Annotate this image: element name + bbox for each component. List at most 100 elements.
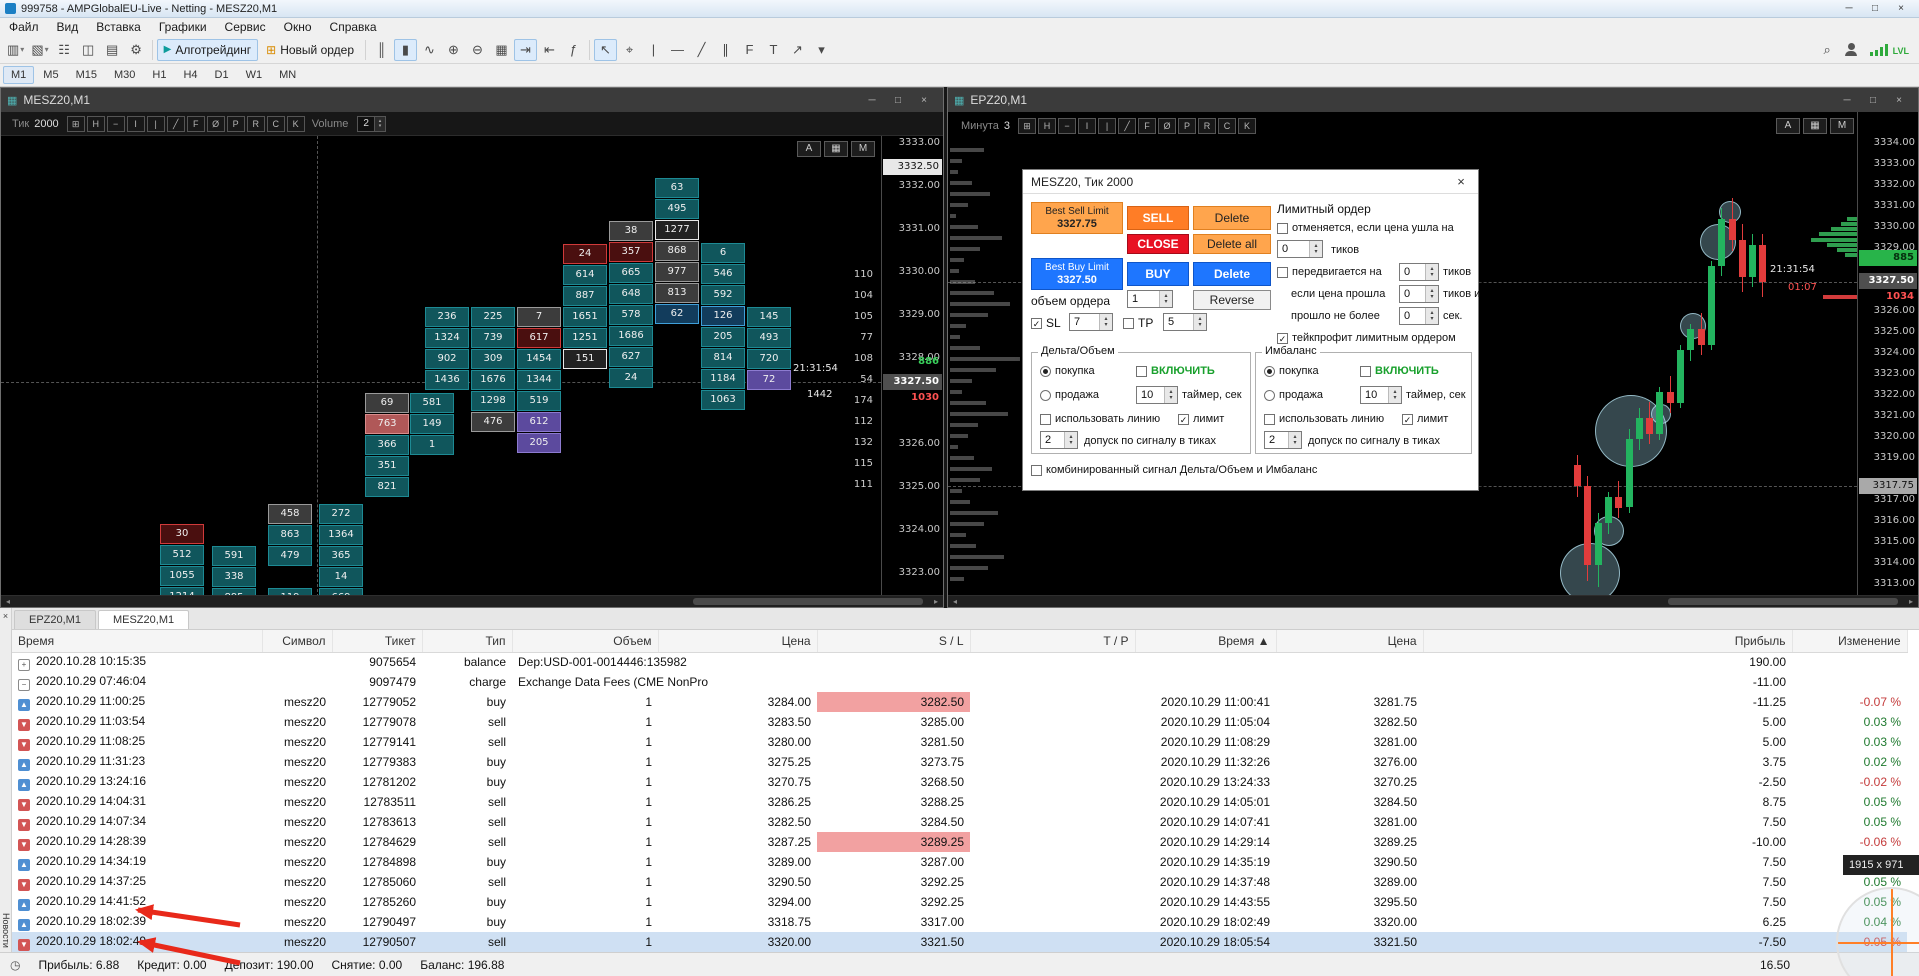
column-header-4[interactable]: Объем: [512, 630, 659, 653]
close-position-button[interactable]: CLOSE: [1127, 234, 1189, 254]
imbalance-tolerance-spinner[interactable]: 2 ▴ ▾: [1264, 431, 1302, 449]
reverse-button[interactable]: Reverse: [1193, 290, 1271, 310]
menu-item-2[interactable]: Вставка: [87, 19, 150, 35]
combined-signal-toggle[interactable]: комбинированный сигнал Дельта/Объем и Им…: [1031, 464, 1317, 476]
chart-toolbar-button-2[interactable]: −: [1058, 118, 1077, 134]
table-row[interactable]: +2020.10.28 10:15:35 9075654 balance Dep:US…: [12, 652, 1907, 672]
tp-limit-checkbox-icon[interactable]: [1277, 332, 1288, 344]
period-tab-d1[interactable]: D1: [207, 66, 237, 84]
imbalance-enable-checkbox-icon[interactable]: [1360, 365, 1371, 377]
chart-toolbar-button-4[interactable]: |: [146, 115, 165, 132]
scroll-thumb[interactable]: [693, 598, 923, 605]
menu-item-1[interactable]: Вид: [48, 19, 88, 35]
volume-stepper[interactable]: 2 ▴ ▾: [357, 115, 386, 132]
chart-close-icon[interactable]: ×: [1886, 95, 1912, 106]
menu-item-4[interactable]: Сервис: [216, 19, 275, 35]
period-tab-m15[interactable]: M15: [68, 66, 105, 84]
imbalance-timer-spinner[interactable]: 10 ▴ ▾: [1360, 386, 1402, 404]
cancel-ticks-spinner[interactable]: 0 ▴ ▾: [1277, 240, 1323, 258]
scroll-right-icon[interactable]: ▸: [929, 597, 943, 606]
profiles-icon[interactable]: ▧ ▾: [28, 39, 51, 61]
tp-checkbox-icon[interactable]: [1123, 317, 1134, 329]
sl-spinner[interactable]: 7 ▴ ▾: [1069, 313, 1113, 331]
table-row[interactable]: ▼ 2020.10.29 11:08:25 mesz20 12779141 sell 1 3…: [12, 732, 1907, 752]
auto-scroll-icon[interactable]: ⇥: [514, 38, 537, 61]
channel-icon[interactable]: ∥: [714, 39, 737, 61]
chart-toolbar-button-1[interactable]: H: [86, 115, 105, 132]
radio-icon[interactable]: [1264, 389, 1275, 401]
chart-minimize-icon[interactable]: ─: [1834, 95, 1860, 106]
delta-sell-radio[interactable]: продажа: [1040, 389, 1099, 401]
tp-limit-toggle[interactable]: тейкпрофит лимитным ордером: [1277, 332, 1456, 344]
chart-toolbar-button-11[interactable]: K: [286, 115, 305, 132]
chart-window-titlebar[interactable]: ▦ EPZ20,M1 ─ □ ×: [948, 88, 1918, 112]
strategy-tester-icon[interactable]: ⚙: [125, 39, 148, 61]
chart-toolbar-button-5[interactable]: ╱: [166, 115, 185, 132]
scroll-left-icon[interactable]: ◂: [948, 597, 962, 606]
chart-hscrollbar[interactable]: ◂ ▸: [948, 595, 1918, 607]
imbalance-buy-radio[interactable]: покупка: [1264, 365, 1319, 377]
buy-button[interactable]: BUY: [1127, 262, 1189, 286]
sell-button[interactable]: SELL: [1127, 206, 1189, 230]
new-chart-icon[interactable]: ▥ ▾: [4, 39, 27, 61]
chart-toolbar-button-10[interactable]: C: [266, 115, 285, 132]
close-icon[interactable]: ×: [1888, 3, 1914, 14]
chart-shift-icon[interactable]: ⇤: [538, 39, 561, 61]
table-row[interactable]: ▼ 2020.10.29 14:37:25 mesz20 12785060 sell 1 3…: [12, 872, 1907, 892]
delete-all-button[interactable]: Delete all: [1193, 234, 1271, 254]
table-row[interactable]: ▼ 2020.10.29 14:28:39 mesz20 12784629 sell 1 3…: [12, 832, 1907, 852]
chart-toolbar-button-2[interactable]: −: [106, 115, 125, 132]
table-row[interactable]: ▲ 2020.10.29 13:24:16 mesz20 12781202 buy 1 32…: [12, 772, 1907, 792]
radio-icon[interactable]: [1040, 389, 1051, 401]
move-toggle[interactable]: передвигается на: [1277, 266, 1382, 278]
toolbox-close-icon[interactable]: ×: [0, 611, 11, 621]
tile-windows-icon[interactable]: ▦: [490, 39, 513, 61]
sl-checkbox-icon[interactable]: [1031, 317, 1042, 329]
period-value[interactable]: 3: [1004, 120, 1010, 132]
move-checkbox-icon[interactable]: [1277, 266, 1288, 278]
period-tab-h4[interactable]: H4: [175, 66, 205, 84]
delta-limit-checkbox-icon[interactable]: [1178, 413, 1189, 425]
chart-corner-button-2[interactable]: M: [1830, 118, 1854, 134]
chart-corner-button-1[interactable]: ▦: [824, 141, 848, 157]
delta-limit-toggle[interactable]: лимит: [1178, 413, 1224, 425]
delta-line-checkbox-icon[interactable]: [1040, 413, 1051, 425]
cluster-chart-canvas[interactable]: 3051210551214591338895458863479119272136…: [1, 136, 943, 595]
account-icon[interactable]: [1840, 39, 1863, 61]
column-header-7[interactable]: T / P: [970, 630, 1136, 653]
chart-corner-button-2[interactable]: M: [851, 141, 875, 157]
order-volume-spinner[interactable]: 1 ▴ ▾: [1127, 290, 1173, 308]
radio-icon[interactable]: [1264, 365, 1275, 377]
chart-corner-button-0[interactable]: A: [797, 141, 821, 157]
delta-enable-checkbox-icon[interactable]: [1136, 365, 1147, 377]
scroll-thumb[interactable]: [1668, 598, 1898, 605]
column-header-2[interactable]: Тикет: [332, 630, 423, 653]
elapsed-spinner[interactable]: 0 ▴ ▾: [1399, 307, 1439, 325]
table-row[interactable]: ▼ 2020.10.29 18:02:49 mesz20 12790507 sell 1 3…: [12, 932, 1907, 952]
zoom-in-icon[interactable]: ⊕: [442, 39, 465, 61]
table-row[interactable]: ▲ 2020.10.29 14:41:52 mesz20 12785260 buy 1 32…: [12, 892, 1907, 912]
delta-line-toggle[interactable]: использовать линию: [1040, 413, 1160, 425]
chart-toolbar-button-4[interactable]: |: [1098, 118, 1117, 134]
delete-buy-button[interactable]: Delete: [1193, 262, 1271, 286]
column-header-5[interactable]: Цена: [658, 630, 818, 653]
column-header-10[interactable]: Прибыль: [1423, 630, 1793, 653]
tp-spinner[interactable]: 5 ▴ ▾: [1163, 313, 1207, 331]
chart-toolbar-button-10[interactable]: C: [1218, 118, 1237, 134]
arrow-tool-icon[interactable]: ↗: [786, 39, 809, 61]
cancel-toggle[interactable]: отменяется, если цена ушла на: [1277, 222, 1454, 234]
scroll-right-icon[interactable]: ▸: [1904, 597, 1918, 606]
chart-toolbar-button-0[interactable]: ⊞: [1018, 118, 1037, 134]
period-tab-m30[interactable]: M30: [106, 66, 143, 84]
new-order-button[interactable]: ⊞ Новый ордер: [259, 39, 361, 61]
table-row[interactable]: ▲ 2020.10.29 11:00:25 mesz20 12779052 buy 1 32…: [12, 692, 1907, 712]
indicators-icon[interactable]: ƒ: [562, 39, 585, 61]
chart-window-titlebar[interactable]: ▦ MESZ20,M1 ─ □ ×: [1, 88, 943, 112]
table-row[interactable]: ▼ 2020.10.29 14:04:31 mesz20 12783511 sell 1 3…: [12, 792, 1907, 812]
chart-toolbar-button-11[interactable]: K: [1238, 118, 1257, 134]
combined-checkbox-icon[interactable]: [1031, 464, 1042, 476]
cursor-icon[interactable]: ↖: [594, 38, 617, 61]
horizontal-line-icon[interactable]: —: [666, 39, 689, 61]
chart-toolbar-button-9[interactable]: R: [246, 115, 265, 132]
period-tab-m1[interactable]: M1: [3, 66, 35, 84]
